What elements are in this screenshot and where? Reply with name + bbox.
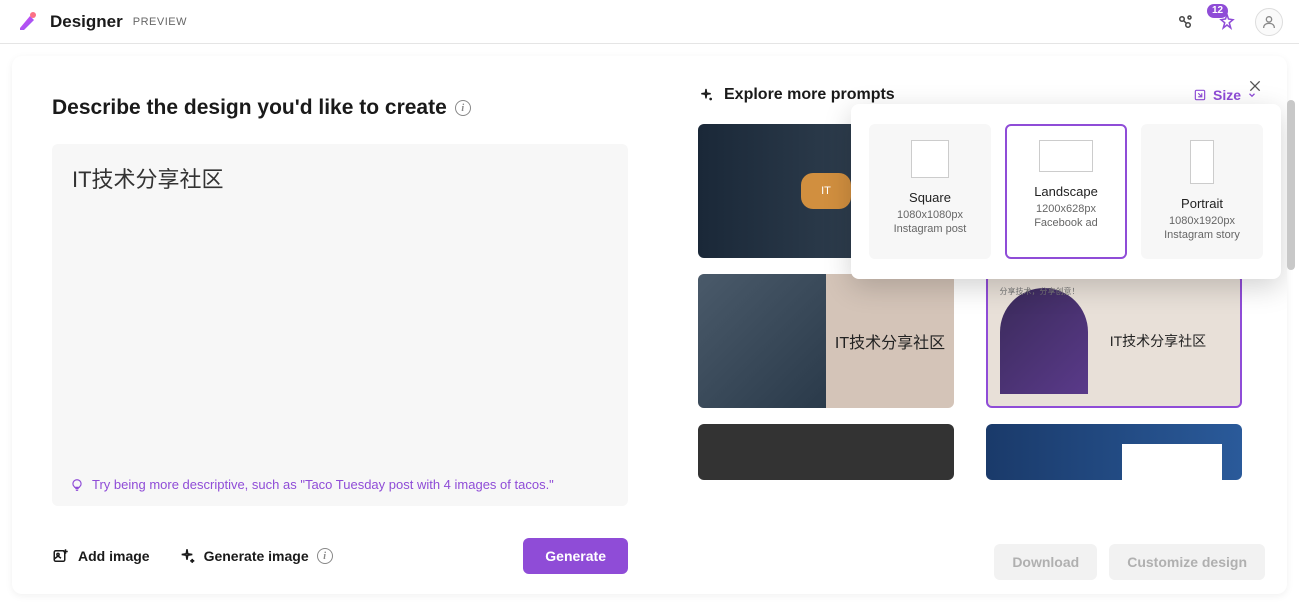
hint-text: Try being more descriptive, such as "Tac… xyxy=(92,477,554,492)
generate-image-label: Generate image xyxy=(204,548,309,564)
explore-label: Explore more prompts xyxy=(724,86,895,104)
size-option-square[interactable]: Square 1080x1080px Instagram post xyxy=(869,124,991,259)
preview-badge: PREVIEW xyxy=(133,16,187,28)
prompt-input-container: IT技术分享社区 Try being more descriptive, suc… xyxy=(52,144,628,506)
customize-button: Customize design xyxy=(1109,544,1265,580)
close-button[interactable] xyxy=(1247,78,1263,99)
size-option-landscape[interactable]: Landscape 1200x628px Facebook ad xyxy=(1005,124,1127,259)
scrollbar-thumb[interactable] xyxy=(1287,100,1295,270)
thumb-text: IT技术分享社区 xyxy=(826,274,954,408)
size-option-label: Square xyxy=(879,190,981,205)
thumb-caption: 分享技术，分享创意！ xyxy=(1000,286,1080,297)
app-logo-icon xyxy=(16,10,40,34)
thumb-text: IT技术分享社区 xyxy=(1100,276,1240,406)
design-thumbnail[interactable] xyxy=(986,424,1242,480)
size-option-portrait[interactable]: Portrait 1080x1920px Instagram story xyxy=(1141,124,1263,259)
add-image-label: Add image xyxy=(78,548,150,564)
scrollbar[interactable] xyxy=(1287,100,1295,560)
workspace-card: Describe the design you'd like to create… xyxy=(12,56,1287,594)
generate-image-button[interactable]: Generate image i xyxy=(178,547,333,565)
size-option-label: Landscape xyxy=(1015,184,1117,199)
prompt-panel: Describe the design you'd like to create… xyxy=(12,56,648,594)
results-panel: Explore more prompts Size Square 1080x10… xyxy=(648,56,1287,594)
size-popover: Square 1080x1080px Instagram post Landsc… xyxy=(851,104,1281,279)
app-header: Designer PREVIEW 12 xyxy=(0,0,1299,44)
size-option-dims: 1200x628px Facebook ad xyxy=(1015,203,1117,231)
sparkle-icon xyxy=(178,547,196,565)
lightbulb-icon xyxy=(70,478,84,492)
result-actions: Download Customize design xyxy=(994,544,1265,580)
generate-button[interactable]: Generate xyxy=(523,538,628,574)
size-option-dims: 1080x1080px Instagram post xyxy=(879,209,981,237)
user-avatar[interactable] xyxy=(1255,8,1283,36)
header-left: Designer PREVIEW xyxy=(16,10,187,34)
info-icon[interactable]: i xyxy=(455,100,471,116)
size-preview-portrait xyxy=(1190,140,1214,184)
notification-badge: 12 xyxy=(1207,4,1228,18)
design-thumbnail[interactable]: 分享技术，分享创意！ IT技术分享社区 xyxy=(986,274,1242,408)
size-option-dims: 1080x1920px Instagram story xyxy=(1151,215,1253,243)
design-thumbnail[interactable] xyxy=(698,424,954,480)
share-icon[interactable] xyxy=(1171,8,1199,36)
size-preview-square xyxy=(911,140,949,178)
main-area: Describe the design you'd like to create… xyxy=(0,44,1299,606)
prompt-hint: Try being more descriptive, such as "Tac… xyxy=(52,463,628,506)
app-name: Designer xyxy=(50,12,123,32)
size-option-label: Portrait xyxy=(1151,196,1253,211)
prompt-title-text: Describe the design you'd like to create xyxy=(52,96,447,120)
size-label: Size xyxy=(1213,87,1241,103)
prompt-actions-left: Add image Generate image i xyxy=(52,547,333,565)
info-icon[interactable]: i xyxy=(317,548,333,564)
results-header: Explore more prompts Size xyxy=(698,86,1257,104)
prompt-input[interactable]: IT技术分享社区 xyxy=(52,144,628,463)
prompt-actions: Add image Generate image i Generate xyxy=(52,524,628,574)
explore-prompts-link[interactable]: Explore more prompts xyxy=(698,86,895,104)
sparkle-icon xyxy=(698,87,714,103)
header-right: 12 xyxy=(1171,8,1283,36)
design-thumbnail[interactable]: IT技术分享社区 xyxy=(698,274,954,408)
notifications-icon[interactable]: 12 xyxy=(1213,8,1241,36)
add-image-icon xyxy=(52,547,70,565)
size-preview-landscape xyxy=(1039,140,1093,172)
close-icon xyxy=(1247,78,1263,94)
prompt-panel-title: Describe the design you'd like to create… xyxy=(52,96,628,120)
add-image-button[interactable]: Add image xyxy=(52,547,150,565)
resize-icon xyxy=(1193,88,1207,102)
download-button: Download xyxy=(994,544,1097,580)
